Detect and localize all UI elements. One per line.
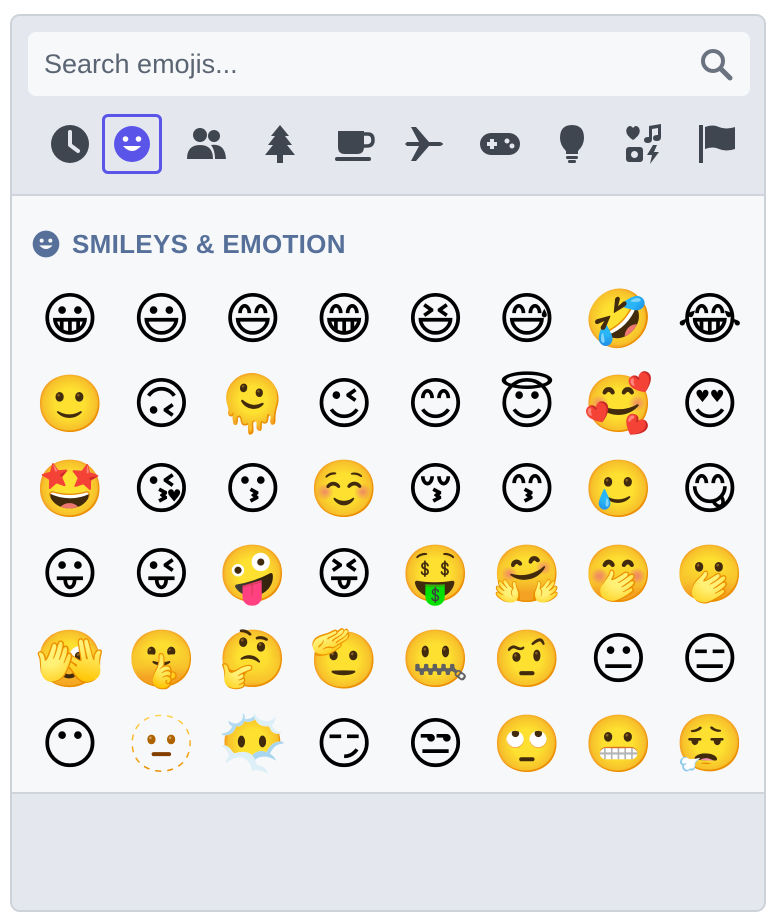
- tab-activities[interactable]: [470, 114, 530, 174]
- tab-flags[interactable]: [688, 114, 748, 174]
- emoji-button[interactable]: 😇: [487, 365, 567, 445]
- tab-travel[interactable]: [396, 114, 456, 174]
- tab-nature[interactable]: [250, 114, 310, 174]
- emoji-picker: SMILEYS & EMOTION 😀😃😄😁😆😅🤣😂 🙂🙃🫠😉😊😇🥰😍 🤩😘😗☺️😚…: [10, 14, 766, 912]
- emoji-button[interactable]: 🤣: [578, 280, 658, 360]
- emoji-button[interactable]: 🥰: [578, 365, 658, 445]
- emoji-button[interactable]: 🙄: [487, 705, 567, 785]
- emoji-button[interactable]: 😅: [487, 280, 567, 360]
- tab-recent[interactable]: [40, 114, 100, 174]
- emoji-button[interactable]: 😬: [578, 705, 658, 785]
- emoji-button[interactable]: 🫡: [304, 620, 384, 700]
- tab-objects[interactable]: [542, 114, 602, 174]
- emoji-button[interactable]: 😘: [121, 450, 201, 530]
- emoji-button[interactable]: 😐: [578, 620, 658, 700]
- tab-smileys[interactable]: [102, 114, 162, 174]
- emoji-button[interactable]: 😁: [304, 280, 384, 360]
- emoji-button[interactable]: 😛: [30, 535, 110, 615]
- emoji-grid: 😀 😃 😄 😁 😆 😅 🤣 😂 🙂 🙃 🫠 😉 😊 😇 🥰 😍 🤩 😘 😗 ☺️ 😚 😙 🥲 😋 😛 😜 🤪 😝 🤑 🤗 🤭 🫢 🫣 🤫 🤔 🫡 🤐 🤨 😐…: [30, 280, 760, 784]
- emoji-button[interactable]: 😶‍🌫️: [213, 705, 293, 785]
- emoji-button[interactable]: 😑: [670, 620, 750, 700]
- section-header: SMILEYS & EMOTION: [32, 228, 346, 260]
- emoji-button[interactable]: 😃: [121, 280, 201, 360]
- emoji-button[interactable]: 😀: [30, 280, 110, 360]
- smiley-icon: [32, 230, 60, 258]
- flag-icon: [699, 125, 735, 163]
- search-box: [28, 32, 750, 96]
- emoji-button[interactable]: 😝: [304, 535, 384, 615]
- emoji-button[interactable]: 😚: [396, 450, 476, 530]
- emoji-button[interactable]: 😋: [670, 450, 750, 530]
- emoji-button[interactable]: 🤨: [487, 620, 567, 700]
- lightbulb-icon: [560, 125, 584, 163]
- emoji-button[interactable]: 🤗: [487, 535, 567, 615]
- emoji-button[interactable]: 😗: [213, 450, 293, 530]
- search-input[interactable]: [28, 32, 678, 96]
- tab-food[interactable]: [324, 114, 384, 174]
- emoji-button[interactable]: 🤭: [578, 535, 658, 615]
- clock-icon: [51, 125, 89, 163]
- symbols-icon: [626, 124, 661, 164]
- emoji-button[interactable]: 🫠: [213, 365, 293, 445]
- airplane-icon: [405, 127, 443, 161]
- smiley-icon: [114, 126, 150, 162]
- category-bar: [36, 114, 746, 178]
- emoji-button[interactable]: 😄: [213, 280, 293, 360]
- emoji-button[interactable]: 🫥: [121, 705, 201, 785]
- emoji-button[interactable]: 😂: [670, 280, 750, 360]
- gamepad-icon: [480, 133, 520, 155]
- emoji-button[interactable]: 🤐: [396, 620, 476, 700]
- emoji-button[interactable]: 😊: [396, 365, 476, 445]
- emoji-button[interactable]: 🤩: [30, 450, 110, 530]
- emoji-button[interactable]: 🤑: [396, 535, 476, 615]
- emoji-button[interactable]: 😶: [30, 705, 110, 785]
- emoji-button[interactable]: 😜: [121, 535, 201, 615]
- emoji-button[interactable]: 🤔: [213, 620, 293, 700]
- tab-symbols[interactable]: [614, 114, 674, 174]
- emoji-button[interactable]: 🙃: [121, 365, 201, 445]
- emoji-button[interactable]: 🙂: [30, 365, 110, 445]
- search-icon[interactable]: [698, 46, 734, 82]
- emoji-button[interactable]: 😆: [396, 280, 476, 360]
- emoji-button[interactable]: 😉: [304, 365, 384, 445]
- tree-icon: [265, 125, 295, 163]
- emoji-button[interactable]: 😙: [487, 450, 567, 530]
- emoji-button[interactable]: ☺️: [304, 450, 384, 530]
- picker-header: [12, 16, 764, 196]
- emoji-button[interactable]: 🤫: [121, 620, 201, 700]
- emoji-button[interactable]: 😏: [304, 705, 384, 785]
- emoji-button[interactable]: 🥲: [578, 450, 658, 530]
- people-icon: [187, 128, 226, 159]
- emoji-button[interactable]: 😍: [670, 365, 750, 445]
- section-title: SMILEYS & EMOTION: [72, 228, 346, 259]
- emoji-button[interactable]: 🫢: [670, 535, 750, 615]
- tab-people[interactable]: [176, 114, 236, 174]
- emoji-button[interactable]: 😒: [396, 705, 476, 785]
- coffee-icon: [335, 131, 375, 161]
- emoji-list[interactable]: SMILEYS & EMOTION 😀 😃 😄 😁 😆 😅 🤣 😂 🙂 🙃 🫠 😉 😊 😇 🥰 😍 🤩 😘 😗 ☺️ 😚…: [12, 196, 764, 794]
- emoji-button[interactable]: 🤪: [213, 535, 293, 615]
- emoji-button[interactable]: 🫣: [30, 620, 110, 700]
- emoji-button[interactable]: 😮‍💨: [670, 705, 750, 785]
- picker-footer: [12, 794, 764, 910]
